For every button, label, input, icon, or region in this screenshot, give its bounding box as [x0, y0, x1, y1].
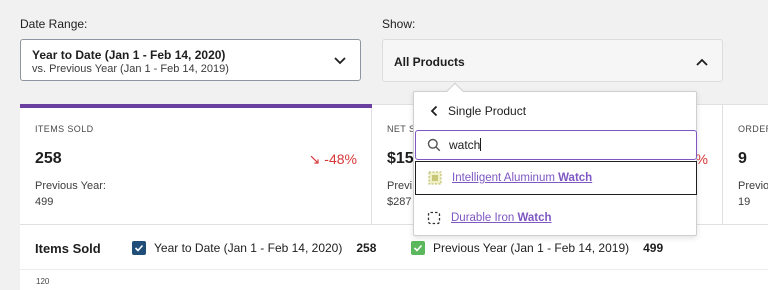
- product-placeholder-icon: [428, 171, 442, 185]
- legend-label: Previous Year (Jan 1 - Feb 14, 2019): [433, 241, 630, 255]
- tile-previous-value: $287: [387, 196, 412, 208]
- show-select-value: All Products: [394, 55, 465, 69]
- back-to-single-product-button[interactable]: Single Product: [414, 92, 696, 130]
- show-select[interactable]: All Products: [382, 39, 723, 82]
- product-search-input[interactable]: watch: [415, 130, 697, 160]
- search-value: watch: [449, 138, 481, 152]
- result-name-prefix: Durable Iron: [451, 212, 518, 224]
- tile-delta: %: [695, 151, 708, 167]
- legend-label: Year to Date (Jan 1 - Feb 14, 2020): [154, 241, 343, 255]
- chevron-left-icon: [430, 105, 438, 117]
- checkbox-checked-icon[interactable]: [411, 241, 425, 255]
- y-axis-tick: 120: [36, 277, 50, 286]
- chart-divider: [20, 269, 768, 270]
- tile-label: ITEMS SOLD: [35, 124, 94, 134]
- search-result-item[interactable]: Intelligent Aluminum Watch: [415, 161, 697, 195]
- product-search-popover: Single Product watch Intelligent Aluminu…: [413, 82, 697, 236]
- tile-label: ORDER: [738, 124, 768, 134]
- tile-orders[interactable]: ORDER 9 Previo 19: [723, 105, 768, 224]
- search-result-item[interactable]: Durable Iron Watch: [415, 201, 697, 235]
- back-label: Single Product: [448, 104, 527, 118]
- active-tile-indicator: [20, 104, 372, 108]
- tile-previous-value: 499: [35, 196, 54, 208]
- product-placeholder-icon: [427, 211, 441, 225]
- chart-title: Items Sold: [35, 241, 101, 256]
- result-name-match: Watch: [558, 172, 593, 184]
- legend-total: 258: [356, 241, 377, 255]
- tile-items-sold[interactable]: ITEMS SOLD 258 ↘ -48% Previous Year: 499: [20, 104, 372, 224]
- tile-previous-label: Previous Year:: [35, 180, 106, 192]
- tile-value: 258: [35, 150, 62, 167]
- search-icon: [427, 138, 441, 152]
- chevron-up-icon: [696, 58, 708, 66]
- result-name-prefix: Intelligent Aluminum: [452, 172, 559, 184]
- checkbox-checked-icon[interactable]: [132, 241, 146, 255]
- tile-previous-label: Previ: [387, 180, 413, 192]
- date-range-label: Date Range:: [20, 17, 88, 31]
- tile-value: 9: [738, 150, 747, 167]
- tile-previous-label: Previo: [738, 180, 768, 192]
- legend-item-current[interactable]: Year to Date (Jan 1 - Feb 14, 2020) 258: [132, 240, 376, 256]
- legend-item-previous[interactable]: Previous Year (Jan 1 - Feb 14, 2019) 499: [411, 240, 663, 256]
- date-range-primary: Year to Date (Jan 1 - Feb 14, 2020): [32, 48, 226, 62]
- tile-label: NET S: [387, 124, 416, 134]
- text-caret: [480, 138, 482, 151]
- legend-total: 499: [643, 241, 664, 255]
- result-name-match: Watch: [517, 212, 552, 224]
- tile-previous-value: 19: [738, 196, 751, 208]
- date-range-select[interactable]: Year to Date (Jan 1 - Feb 14, 2020) vs. …: [20, 39, 361, 81]
- tile-delta: ↘ -48%: [308, 151, 357, 167]
- date-range-secondary: vs. Previous Year (Jan 1 - Feb 14, 2019): [32, 63, 229, 75]
- chevron-down-icon: [334, 57, 346, 65]
- tile-value: $15: [387, 150, 414, 167]
- show-label: Show:: [382, 17, 416, 31]
